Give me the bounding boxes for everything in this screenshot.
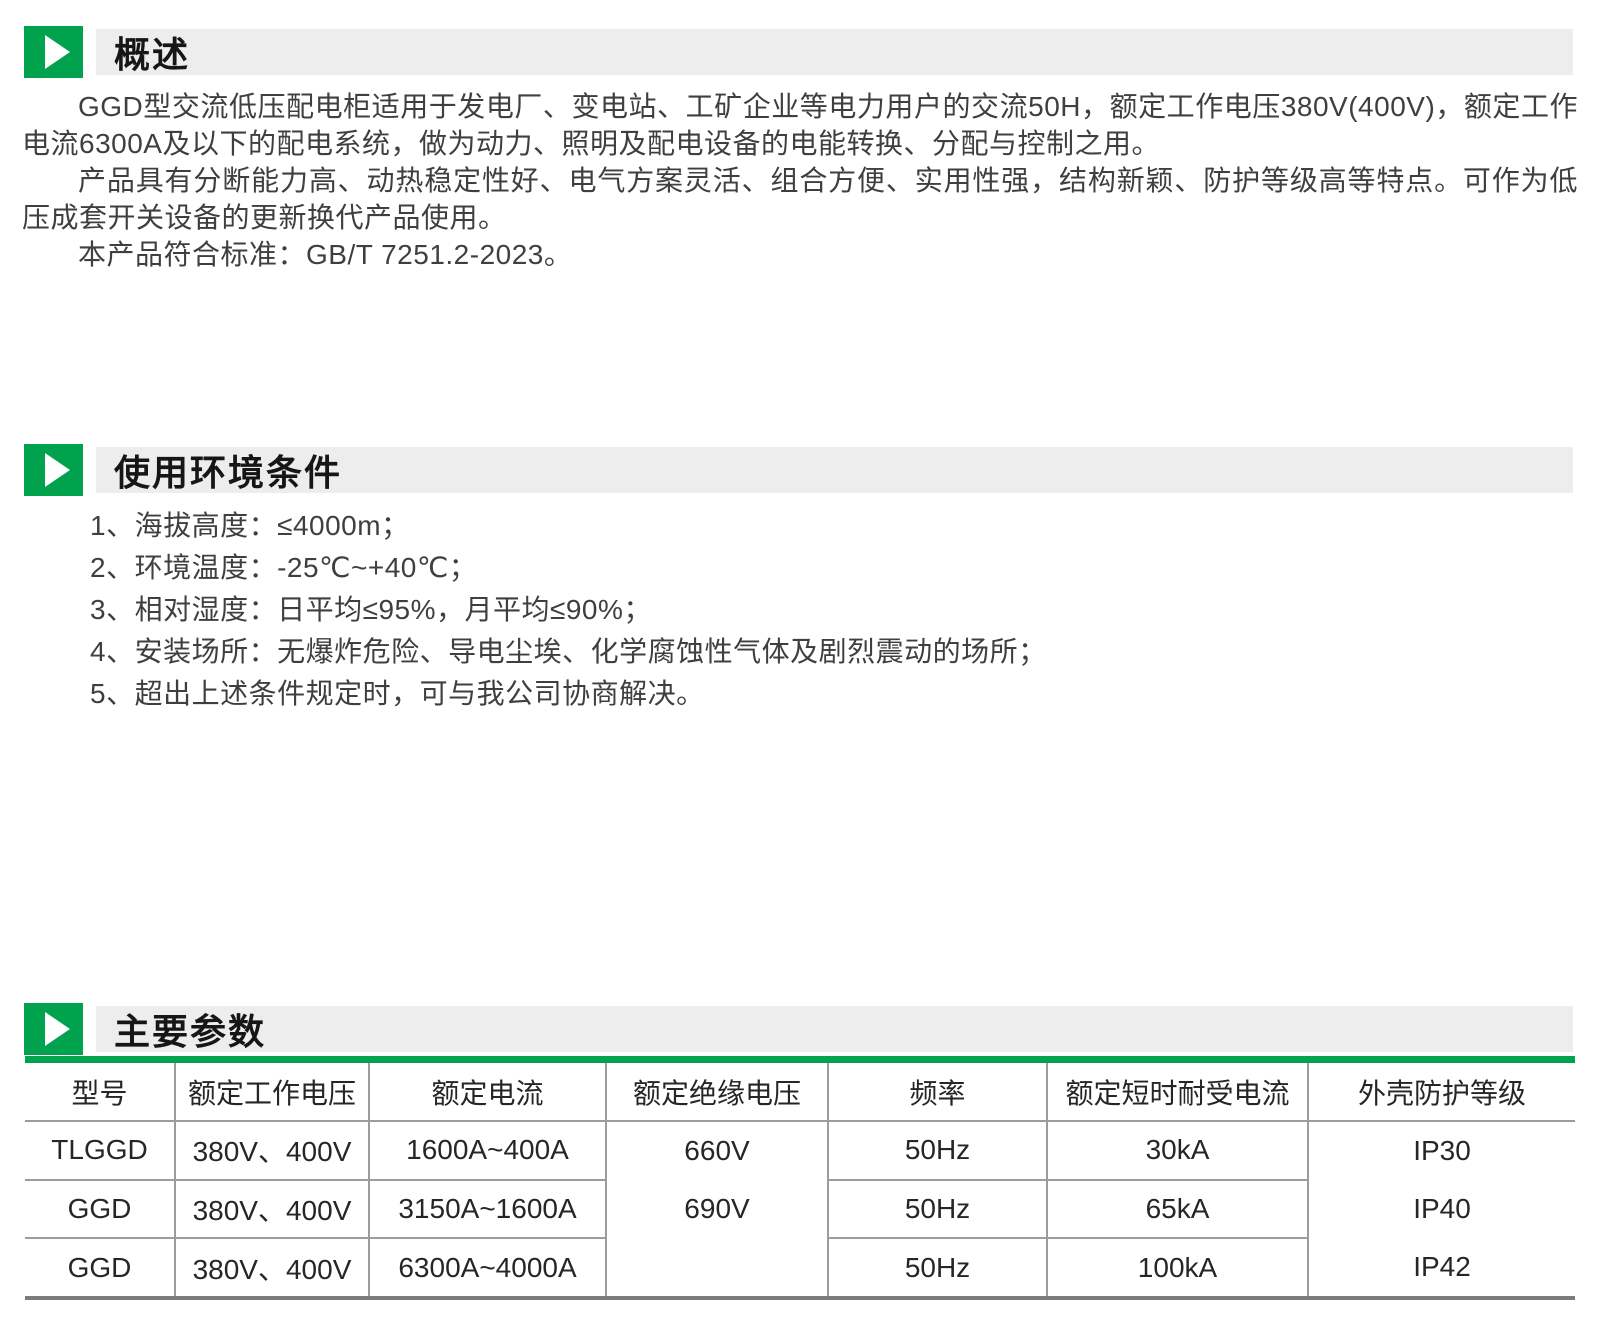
section-title-overview: 概述 (114, 26, 190, 78)
section-marker-icon (24, 1003, 83, 1055)
overview-paragraph: 产品具有分断能力高、动热稳定性好、电气方案灵活、组合方便、实用性强，结构新颖、防… (22, 162, 1578, 236)
cell-model: GGD (25, 1180, 175, 1239)
section-marker-icon (24, 444, 83, 496)
overview-text-block: GGD型交流低压配电柜适用于发电厂、变电站、工矿企业等电力用户的交流50H，额定… (22, 88, 1578, 273)
cell-model: GGD (25, 1238, 175, 1298)
env-list-item: 1、海拔高度：≤4000m； (90, 505, 1560, 547)
cell-insulation-voltage-merged: 660V 690V (606, 1121, 828, 1298)
cell-frequency: 50Hz (828, 1238, 1047, 1298)
section-marker-icon (24, 26, 83, 78)
col-header-insulation-voltage: 额定绝缘电压 (606, 1060, 828, 1122)
cell-voltage: 380V、400V (175, 1180, 369, 1239)
cell-frequency: 50Hz (828, 1180, 1047, 1239)
protection-value: IP30 (1309, 1122, 1575, 1180)
overview-paragraph: 本产品符合标准：GB/T 7251.2-2023。 (22, 236, 1578, 273)
col-header-rated-current: 额定电流 (369, 1060, 606, 1122)
env-list-item: 2、环境温度：-25℃~+40℃； (90, 547, 1560, 589)
environment-conditions-list: 1、海拔高度：≤4000m； 2、环境温度：-25℃~+40℃； 3、相对湿度：… (90, 505, 1560, 715)
play-triangle-icon (45, 453, 70, 487)
insulation-value-empty (607, 1238, 827, 1296)
catalog-page: 概述 GGD型交流低压配电柜适用于发电厂、变电站、工矿企业等电力用户的交流50H… (0, 0, 1600, 1325)
section-title-environment: 使用环境条件 (114, 444, 342, 496)
cell-withstand: 30kA (1047, 1121, 1308, 1180)
protection-values-stack: IP30 IP40 IP42 (1309, 1122, 1575, 1296)
cell-current: 3150A~1600A (369, 1180, 606, 1239)
cell-model: TLGGD (25, 1121, 175, 1180)
protection-value: IP40 (1309, 1180, 1575, 1238)
env-list-item: 3、相对湿度：日平均≤95%，月平均≤90%； (90, 589, 1560, 631)
cell-voltage: 380V、400V (175, 1238, 369, 1298)
play-triangle-icon (45, 35, 70, 69)
env-list-item: 5、超出上述条件规定时，可与我公司协商解决。 (90, 673, 1560, 715)
parameters-table: 型号 额定工作电压 额定电流 额定绝缘电压 频率 额定短时耐受电流 外壳防护等级… (25, 1056, 1575, 1300)
section-title-bar: 概述 (96, 29, 1573, 75)
cell-protection-rating-merged: IP30 IP40 IP42 (1308, 1121, 1575, 1298)
cell-withstand: 100kA (1047, 1238, 1308, 1298)
insulation-values-stack: 660V 690V (607, 1122, 827, 1296)
insulation-value: 660V (607, 1122, 827, 1180)
section-header-parameters: 主要参数 (24, 1003, 1573, 1055)
section-header-overview: 概述 (24, 26, 1573, 78)
table-row: TLGGD 380V、400V 1600A~400A 660V 690V 50H… (25, 1121, 1575, 1180)
protection-value: IP42 (1309, 1238, 1575, 1296)
section-header-environment: 使用环境条件 (24, 444, 1573, 496)
cell-current: 1600A~400A (369, 1121, 606, 1180)
col-header-model: 型号 (25, 1060, 175, 1122)
section-title-bar: 主要参数 (96, 1006, 1573, 1052)
insulation-value: 690V (607, 1180, 827, 1238)
section-title-parameters: 主要参数 (114, 1003, 266, 1055)
col-header-rated-voltage: 额定工作电压 (175, 1060, 369, 1122)
cell-current: 6300A~4000A (369, 1238, 606, 1298)
cell-voltage: 380V、400V (175, 1121, 369, 1180)
cell-withstand: 65kA (1047, 1180, 1308, 1239)
col-header-withstand-current: 额定短时耐受电流 (1047, 1060, 1308, 1122)
play-triangle-icon (45, 1012, 70, 1046)
cell-frequency: 50Hz (828, 1121, 1047, 1180)
table-header-row: 型号 额定工作电压 额定电流 额定绝缘电压 频率 额定短时耐受电流 外壳防护等级 (25, 1060, 1575, 1122)
env-list-item: 4、安装场所：无爆炸危险、导电尘埃、化学腐蚀性气体及剧烈震动的场所； (90, 631, 1560, 673)
overview-paragraph: GGD型交流低压配电柜适用于发电厂、变电站、工矿企业等电力用户的交流50H，额定… (22, 88, 1578, 162)
col-header-frequency: 频率 (828, 1060, 1047, 1122)
col-header-protection-rating: 外壳防护等级 (1308, 1060, 1575, 1122)
section-title-bar: 使用环境条件 (96, 447, 1573, 493)
